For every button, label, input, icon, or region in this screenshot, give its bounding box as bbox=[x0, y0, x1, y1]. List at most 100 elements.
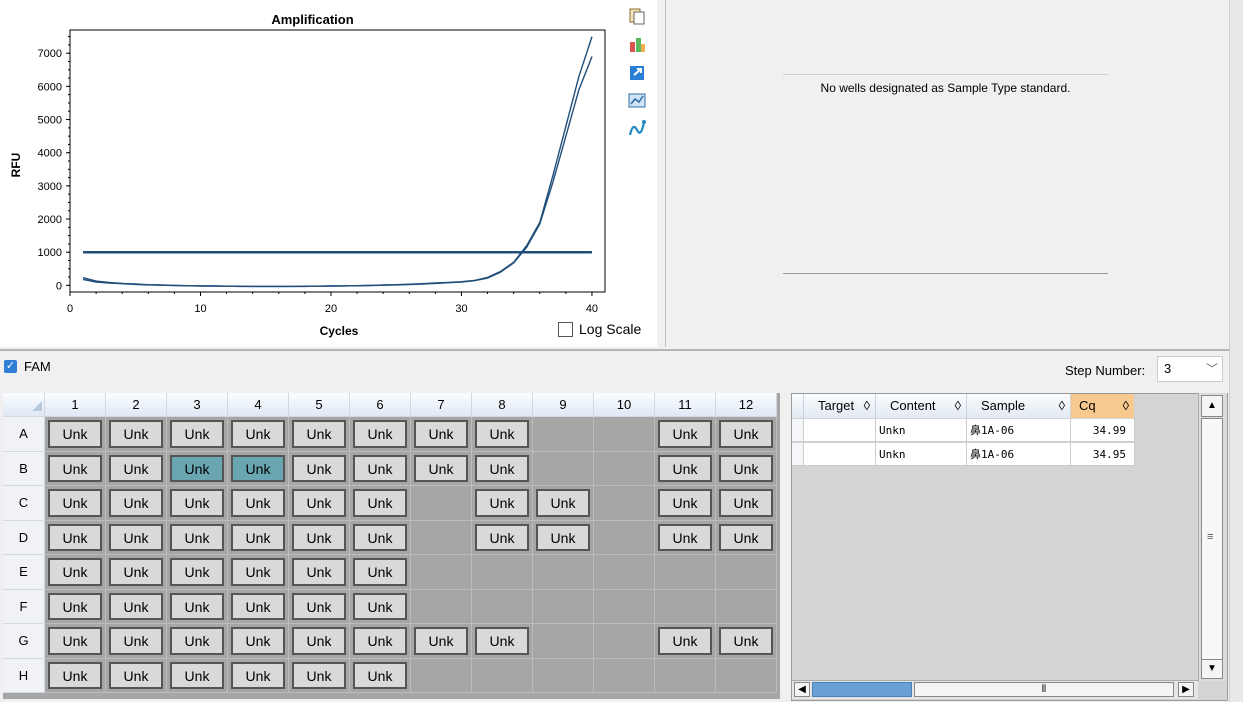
well-button[interactable]: Unk bbox=[170, 489, 224, 517]
well-E3[interactable]: Unk bbox=[167, 555, 228, 590]
well-C10[interactable] bbox=[594, 486, 655, 521]
well-G10[interactable] bbox=[594, 624, 655, 659]
well-button[interactable]: Unk bbox=[719, 523, 773, 551]
well-button[interactable]: Unk bbox=[48, 454, 102, 482]
column-header-6[interactable]: 6 bbox=[350, 393, 411, 417]
row-header-A[interactable]: A bbox=[3, 417, 45, 452]
well-F10[interactable] bbox=[594, 589, 655, 624]
well-button[interactable]: Unk bbox=[292, 523, 346, 551]
well-A4[interactable]: Unk bbox=[228, 417, 289, 452]
well-button[interactable]: Unk bbox=[719, 420, 773, 448]
column-header-3[interactable]: 3 bbox=[167, 393, 228, 417]
well-button[interactable]: Unk bbox=[353, 592, 407, 620]
well-E6[interactable]: Unk bbox=[350, 555, 411, 590]
curve-icon[interactable] bbox=[627, 118, 647, 138]
well-button[interactable]: Unk bbox=[414, 420, 468, 448]
well-button[interactable]: Unk bbox=[475, 420, 529, 448]
export-icon[interactable] bbox=[627, 34, 647, 54]
well-B8[interactable]: Unk bbox=[472, 451, 533, 486]
well-button[interactable]: Unk bbox=[231, 454, 285, 482]
well-button[interactable]: Unk bbox=[658, 420, 712, 448]
well-D9[interactable]: Unk bbox=[533, 520, 594, 555]
well-A12[interactable]: Unk bbox=[716, 417, 777, 452]
well-button[interactable]: Unk bbox=[353, 489, 407, 517]
well-H7[interactable] bbox=[411, 658, 472, 693]
well-C1[interactable]: Unk bbox=[45, 486, 106, 521]
well-H12[interactable] bbox=[716, 658, 777, 693]
well-D10[interactable] bbox=[594, 520, 655, 555]
well-A6[interactable]: Unk bbox=[350, 417, 411, 452]
well-G9[interactable] bbox=[533, 624, 594, 659]
cell-sample[interactable]: 鼻1A-06 bbox=[967, 419, 1071, 442]
well-button[interactable]: Unk bbox=[231, 627, 285, 655]
well-E2[interactable]: Unk bbox=[106, 555, 167, 590]
well-E11[interactable] bbox=[655, 555, 716, 590]
cell-cq[interactable]: 34.95 bbox=[1071, 443, 1135, 466]
well-button[interactable]: Unk bbox=[231, 592, 285, 620]
well-A2[interactable]: Unk bbox=[106, 417, 167, 452]
well-C4[interactable]: Unk bbox=[228, 486, 289, 521]
well-D6[interactable]: Unk bbox=[350, 520, 411, 555]
well-button[interactable]: Unk bbox=[109, 661, 163, 689]
cell-content[interactable]: Unkn bbox=[876, 443, 967, 466]
well-button[interactable]: Unk bbox=[109, 454, 163, 482]
well-button[interactable]: Unk bbox=[109, 489, 163, 517]
well-button[interactable]: Unk bbox=[109, 420, 163, 448]
well-A1[interactable]: Unk bbox=[45, 417, 106, 452]
well-D7[interactable] bbox=[411, 520, 472, 555]
chart-icon[interactable] bbox=[627, 90, 647, 110]
well-button[interactable]: Unk bbox=[109, 558, 163, 586]
well-H10[interactable] bbox=[594, 658, 655, 693]
well-button[interactable]: Unk bbox=[292, 454, 346, 482]
well-button[interactable]: Unk bbox=[292, 592, 346, 620]
well-button[interactable]: Unk bbox=[109, 523, 163, 551]
row-header-C[interactable]: C bbox=[3, 486, 45, 521]
well-H1[interactable]: Unk bbox=[45, 658, 106, 693]
well-button[interactable]: Unk bbox=[353, 454, 407, 482]
cell-cq[interactable]: 34.99 bbox=[1071, 419, 1135, 442]
column-header-10[interactable]: 10 bbox=[594, 393, 655, 417]
well-button[interactable]: Unk bbox=[292, 489, 346, 517]
well-button[interactable]: Unk bbox=[48, 420, 102, 448]
well-button[interactable]: Unk bbox=[292, 420, 346, 448]
cell-target[interactable] bbox=[804, 443, 876, 466]
well-D2[interactable]: Unk bbox=[106, 520, 167, 555]
well-F3[interactable]: Unk bbox=[167, 589, 228, 624]
well-button[interactable]: Unk bbox=[414, 627, 468, 655]
well-C5[interactable]: Unk bbox=[289, 486, 350, 521]
well-A3[interactable]: Unk bbox=[167, 417, 228, 452]
scroll-up-icon[interactable]: ▲ bbox=[1201, 395, 1223, 417]
well-D11[interactable]: Unk bbox=[655, 520, 716, 555]
well-E7[interactable] bbox=[411, 555, 472, 590]
well-button[interactable]: Unk bbox=[231, 558, 285, 586]
well-A10[interactable] bbox=[594, 417, 655, 452]
well-A9[interactable] bbox=[533, 417, 594, 452]
well-button[interactable]: Unk bbox=[231, 489, 285, 517]
open-icon[interactable] bbox=[627, 62, 647, 82]
well-button[interactable]: Unk bbox=[170, 523, 224, 551]
well-B12[interactable]: Unk bbox=[716, 451, 777, 486]
well-E8[interactable] bbox=[472, 555, 533, 590]
well-button[interactable]: Unk bbox=[292, 661, 346, 689]
fam-checkbox[interactable]: ✓ bbox=[4, 360, 17, 373]
well-button[interactable]: Unk bbox=[48, 489, 102, 517]
copy-icon[interactable] bbox=[627, 6, 647, 26]
well-E5[interactable]: Unk bbox=[289, 555, 350, 590]
well-F11[interactable] bbox=[655, 589, 716, 624]
well-B5[interactable]: Unk bbox=[289, 451, 350, 486]
well-H5[interactable]: Unk bbox=[289, 658, 350, 693]
well-G12[interactable]: Unk bbox=[716, 624, 777, 659]
well-D8[interactable]: Unk bbox=[472, 520, 533, 555]
column-header-11[interactable]: 11 bbox=[655, 393, 716, 417]
well-F9[interactable] bbox=[533, 589, 594, 624]
well-E9[interactable] bbox=[533, 555, 594, 590]
well-A7[interactable]: Unk bbox=[411, 417, 472, 452]
well-button[interactable]: Unk bbox=[475, 627, 529, 655]
well-B3[interactable]: Unk bbox=[167, 451, 228, 486]
select-all-icon[interactable] bbox=[4, 393, 44, 415]
well-G11[interactable]: Unk bbox=[655, 624, 716, 659]
well-button[interactable]: Unk bbox=[48, 592, 102, 620]
well-button[interactable]: Unk bbox=[353, 420, 407, 448]
well-G5[interactable]: Unk bbox=[289, 624, 350, 659]
well-G7[interactable]: Unk bbox=[411, 624, 472, 659]
